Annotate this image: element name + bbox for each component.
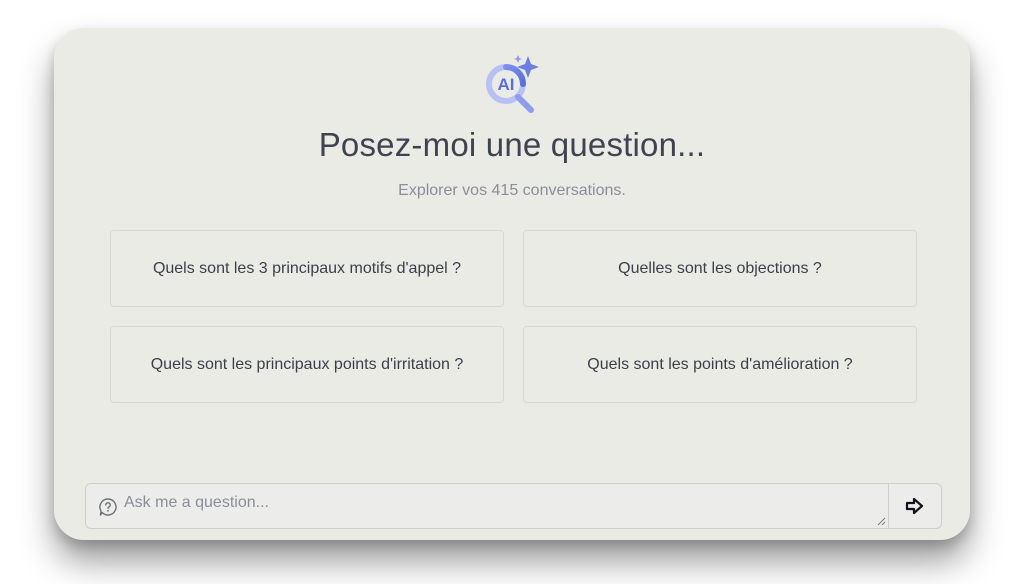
suggestion-label: Quels sont les principaux points d'irrit… xyxy=(150,355,464,373)
suggestion-label: Quels sont les points d'amélioration ? xyxy=(587,355,853,373)
suggestion-label: Quelles sont les objections ? xyxy=(618,259,822,277)
page-title: Posez-moi une question... xyxy=(318,126,706,163)
suggestion-card[interactable]: Quels sont les 3 principaux motifs d'app… xyxy=(110,230,504,307)
ai-search-sparkle-icon: AI xyxy=(486,55,539,113)
svg-text:AI: AI xyxy=(498,75,515,94)
question-input[interactable] xyxy=(124,484,874,526)
chat-input-box xyxy=(85,483,889,529)
question-bubble-icon xyxy=(99,498,117,516)
suggestion-label: Quels sont les 3 principaux motifs d'app… xyxy=(152,259,462,277)
resize-handle-icon[interactable] xyxy=(877,517,886,526)
suggestion-card[interactable]: Quelles sont les objections ? xyxy=(523,230,917,307)
suggestion-card[interactable]: Quels sont les principaux points d'irrit… xyxy=(110,326,504,403)
arrow-right-icon xyxy=(905,497,924,515)
chat-panel: AI Posez-moi une question... Explorer vo… xyxy=(54,28,970,540)
suggestion-card[interactable]: Quels sont les points d'amélioration ? xyxy=(523,326,917,403)
page: AI Posez-moi une question... Explorer vo… xyxy=(0,0,1024,584)
page-subtitle: Explorer vos 415 conversations. xyxy=(398,182,626,199)
send-button[interactable] xyxy=(888,483,942,529)
